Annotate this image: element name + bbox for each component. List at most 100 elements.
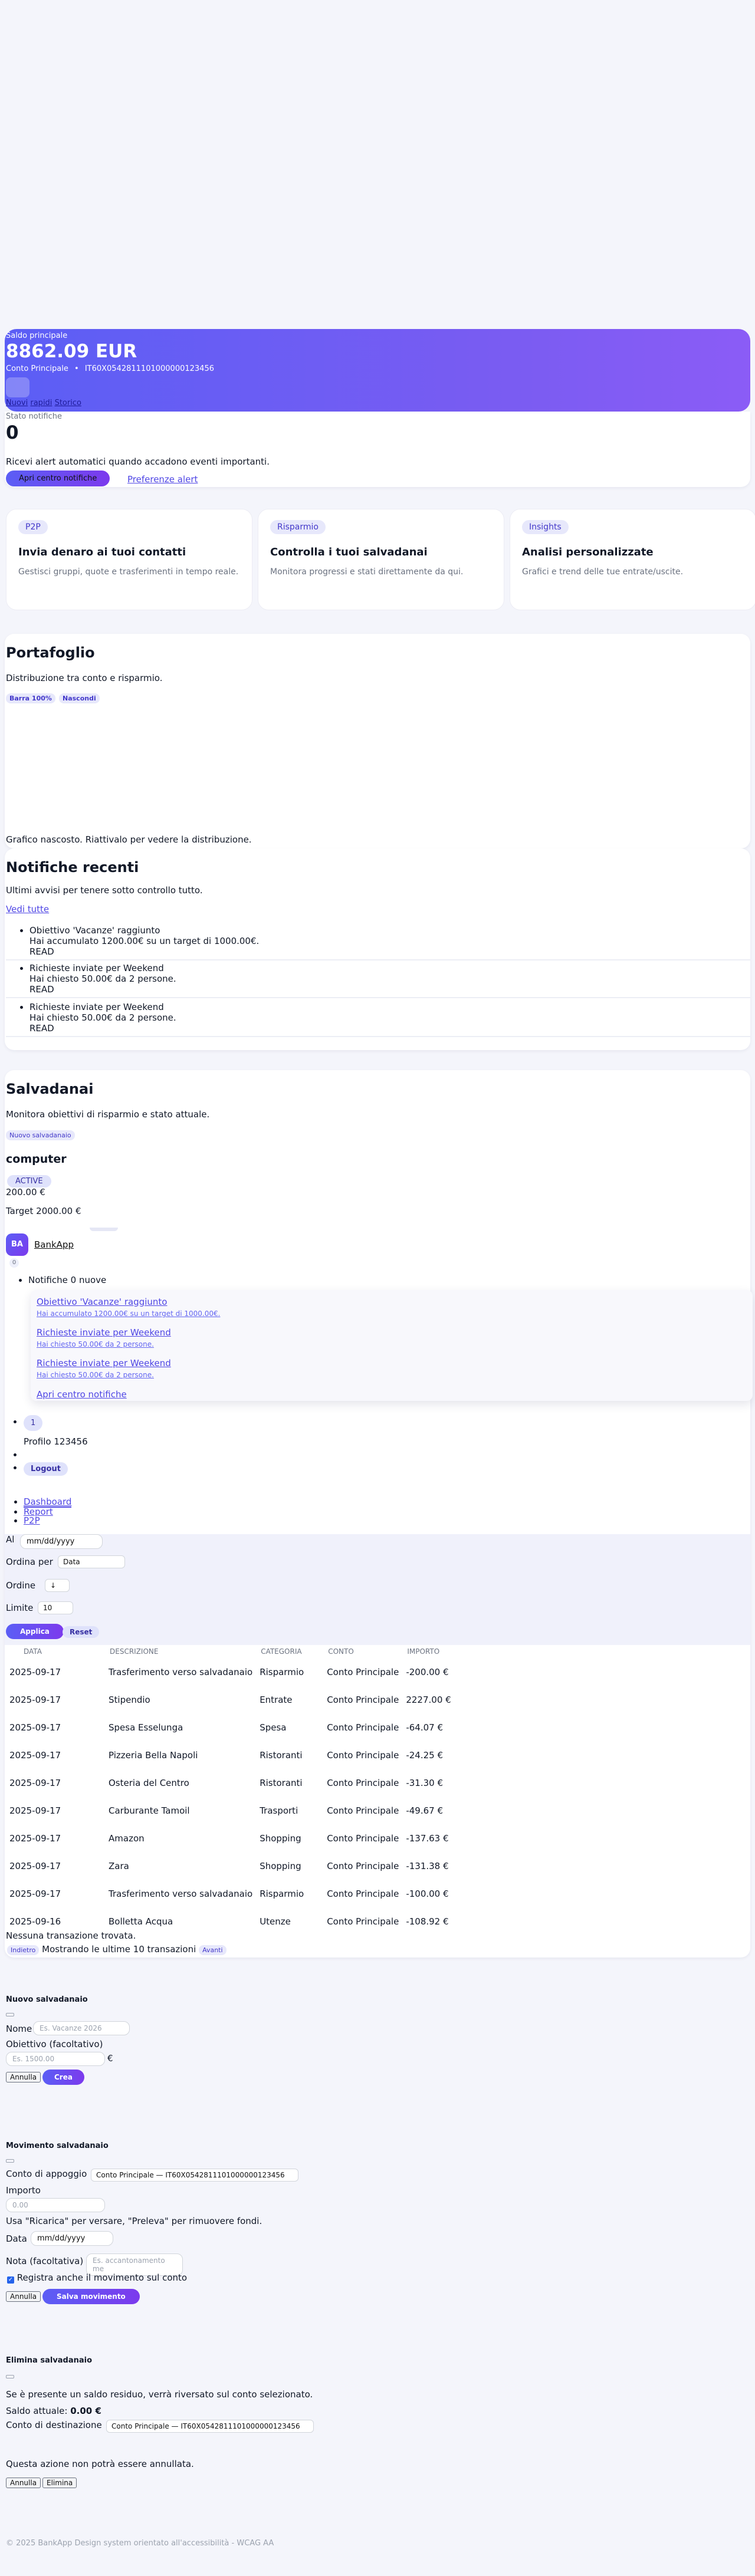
dropdown-item[interactable]: Richieste inviate per Weekend Hai chiest… xyxy=(37,1327,171,1349)
logout-button[interactable]: Logout xyxy=(24,1462,68,1476)
cell-date: 2025-09-17 xyxy=(9,1722,61,1733)
currency-symbol: € xyxy=(107,2053,113,2064)
close-icon[interactable] xyxy=(6,2159,14,2163)
hero-link-storico[interactable]: Storico xyxy=(55,399,81,407)
table-row[interactable]: 2025-09-17 Zara Shopping Conto Principale -1… xyxy=(6,1852,455,1880)
jar-name-input[interactable]: Es. Vacanze 2026 xyxy=(33,2021,130,2035)
amount-input[interactable]: 0.00 xyxy=(6,2198,105,2212)
main-nav: Dashboard Report P2P xyxy=(5,1486,750,1534)
dest-account-select[interactable]: Conto Principale — IT60X0542811101000000… xyxy=(106,2420,314,2433)
confirm-delete-button[interactable]: Elimina xyxy=(42,2478,77,2488)
dropdown-item-title[interactable]: Richieste inviate per Weekend xyxy=(37,1327,171,1338)
profile-label: Profilo 123456 xyxy=(24,1436,88,1447)
recent-notification-item[interactable]: Obiettivo 'Vacanze' raggiunto Hai accumu… xyxy=(6,925,750,960)
delete-warning: Se è presente un saldo residuo, verrà ri… xyxy=(6,2389,313,2400)
bankapp-name-link[interactable]: BankApp xyxy=(34,1239,74,1250)
account-name: Conto Principale xyxy=(6,364,68,373)
col-header-description: DESCRIZIONE xyxy=(110,1647,159,1656)
user-menu-list: 1 Profilo 123456 Logout xyxy=(5,1414,750,1487)
dropdown-item-body[interactable]: Hai chiesto 50.00€ da 2 persone. xyxy=(37,1371,154,1379)
col-header-account: CONTO xyxy=(328,1647,354,1656)
movement-date-input[interactable]: mm/dd/yyyy xyxy=(31,2231,113,2246)
app-header: BA BankApp xyxy=(5,1228,750,1257)
jar-target: Target 2000.00 € xyxy=(6,1206,81,1216)
bell-icon[interactable] xyxy=(90,1228,118,1231)
dropdown-item-title[interactable]: Obiettivo 'Vacanze' raggiunto xyxy=(37,1297,167,1307)
table-row[interactable]: 2025-09-17 Spesa Esselunga Spesa Conto Prin… xyxy=(6,1713,455,1741)
hero-link-rapidi[interactable]: rapidi xyxy=(30,399,52,407)
create-jar-button[interactable]: Crea xyxy=(42,2070,84,2085)
cell-amount: -137.63 € xyxy=(406,1833,449,1844)
bar-100-button[interactable]: Barra 100% xyxy=(6,693,55,703)
table-row[interactable]: 2025-09-17 Carburante Tamoil Trasporti Cont… xyxy=(6,1797,455,1824)
notif-description: Ricevi alert automatici quando accadono … xyxy=(6,456,270,467)
register-checkbox[interactable]: ✓ xyxy=(7,2276,14,2284)
recent-notification-item[interactable]: Richieste inviate per Weekend Hai chiest… xyxy=(6,963,750,998)
dropdown-item-body[interactable]: Hai chiesto 50.00€ da 2 persone. xyxy=(37,1340,154,1348)
dropdown-item-title[interactable]: Richieste inviate per Weekend xyxy=(37,1358,171,1368)
close-icon[interactable] xyxy=(6,2013,14,2016)
feature-card-savings[interactable]: Risparmio Controlla i tuoi salvadanai Mo… xyxy=(258,509,504,610)
recent-notification-item[interactable]: Richieste inviate per Weekend Hai chiest… xyxy=(6,1002,750,1037)
account-select[interactable]: Conto Principale — IT60X0542811101000000… xyxy=(91,2169,298,2182)
cell-amount: -31.30 € xyxy=(406,1777,443,1788)
nav-p2p[interactable]: P2P xyxy=(24,1515,40,1526)
chart-hidden-text: Grafico nascosto. Riattivalo per vedere … xyxy=(6,834,252,845)
dropdown-open-center-link[interactable]: Apri centro notifiche xyxy=(37,1389,127,1400)
cancel-new-jar-button[interactable]: Annulla xyxy=(6,2072,41,2082)
next-page-button[interactable]: Avanti xyxy=(199,1945,226,1955)
table-row[interactable]: 2025-09-17 Amazon Shopping Conto Principale… xyxy=(6,1824,455,1852)
hero-action-placeholder[interactable] xyxy=(6,377,29,397)
notif-count-text: Notifiche 0 nuove xyxy=(28,1275,106,1285)
reset-filters-button[interactable]: Reset xyxy=(63,1626,100,1638)
limit-label: Limite xyxy=(6,1603,34,1613)
cell-amount: -49.67 € xyxy=(406,1805,443,1816)
no-transactions-text: Nessuna transazione trovata. xyxy=(6,1930,136,1941)
date-to-input[interactable]: mm/dd/yyyy xyxy=(20,1534,103,1549)
feature-card-insights[interactable]: Insights Analisi personalizzate Grafici … xyxy=(510,509,755,610)
feature-title: Controlla i tuoi salvadanai xyxy=(270,546,428,558)
hero-link-nuovi[interactable]: Nuovi xyxy=(6,399,28,407)
separator-dot: • xyxy=(74,364,79,373)
jar-goal-input[interactable]: Es. 1500.00 xyxy=(6,2052,105,2066)
new-jar-button[interactable]: Nuovo salvadanaio xyxy=(6,1130,75,1140)
order-select[interactable]: ↓ xyxy=(45,1579,70,1592)
table-row[interactable]: 2025-09-17 Trasferimento verso salvadanai… xyxy=(6,1658,455,1686)
cell-description: Osteria del Centro xyxy=(109,1777,189,1788)
prev-page-button[interactable]: Indietro xyxy=(7,1945,40,1955)
pagination: Indietro Mostrando le ultime 10 transazi… xyxy=(7,1944,226,1955)
delete-jar-dialog: Elimina salvadanaio Se è presente un sal… xyxy=(5,2347,418,2494)
table-row[interactable]: 2025-09-17 Osteria del Centro Ristoranti Co… xyxy=(6,1769,455,1797)
account-label: Conto di appoggio xyxy=(6,2169,87,2179)
save-movement-button[interactable]: Salva movimento xyxy=(42,2289,140,2304)
alert-preferences-link[interactable]: Preferenze alert xyxy=(127,474,198,485)
see-all-link[interactable]: Vedi tutte xyxy=(6,904,49,914)
jar-amount: 200.00 € xyxy=(6,1187,45,1197)
order-by-select[interactable]: Data xyxy=(58,1555,125,1568)
dropdown-item-body[interactable]: Hai accumulato 1200.00€ su un target di … xyxy=(37,1310,220,1318)
portfolio-title: Portafoglio xyxy=(6,644,95,661)
apply-filters-button[interactable]: Applica xyxy=(6,1624,64,1639)
open-notification-center-button[interactable]: Apri centro notifiche xyxy=(6,471,110,486)
amount-label: Importo xyxy=(6,2185,41,2196)
notif-body: Hai accumulato 1200.00€ su un target di … xyxy=(29,936,260,946)
cancel-movement-button[interactable]: Annulla xyxy=(6,2291,41,2302)
feature-title: Invia denaro ai tuoi contatti xyxy=(18,546,186,558)
dropdown-item[interactable]: Obiettivo 'Vacanze' raggiunto Hai accumu… xyxy=(37,1296,220,1318)
cell-category: Risparmio xyxy=(260,1666,304,1677)
bankapp-logo[interactable]: BA xyxy=(6,1233,28,1256)
cell-account: Conto Principale xyxy=(327,1777,399,1788)
hide-chart-button[interactable]: Nascondi xyxy=(59,693,100,703)
cell-amount: -200.00 € xyxy=(406,1666,449,1677)
cancel-delete-button[interactable]: Annulla xyxy=(6,2478,41,2488)
dropdown-item[interactable]: Richieste inviate per Weekend Hai chiest… xyxy=(37,1357,171,1380)
feature-card-p2p[interactable]: P2P Invia denaro ai tuoi contatti Gestis… xyxy=(6,509,252,610)
avatar[interactable]: 1 xyxy=(24,1415,43,1431)
table-row[interactable]: 2025-09-17 Stipendio Entrate Conto Principa… xyxy=(6,1686,455,1713)
close-icon[interactable] xyxy=(6,2375,14,2378)
limit-select[interactable]: 10 xyxy=(38,1601,73,1614)
cell-description: Trasferimento verso salvadanaio xyxy=(109,1888,253,1899)
new-jar-title: Nuovo salvadanaio xyxy=(6,1995,88,2004)
table-row[interactable]: 2025-09-17 Pizzeria Bella Napoli Ristorant… xyxy=(6,1741,455,1769)
table-row[interactable]: 2025-09-17 Trasferimento verso salvadanai… xyxy=(6,1880,455,1907)
